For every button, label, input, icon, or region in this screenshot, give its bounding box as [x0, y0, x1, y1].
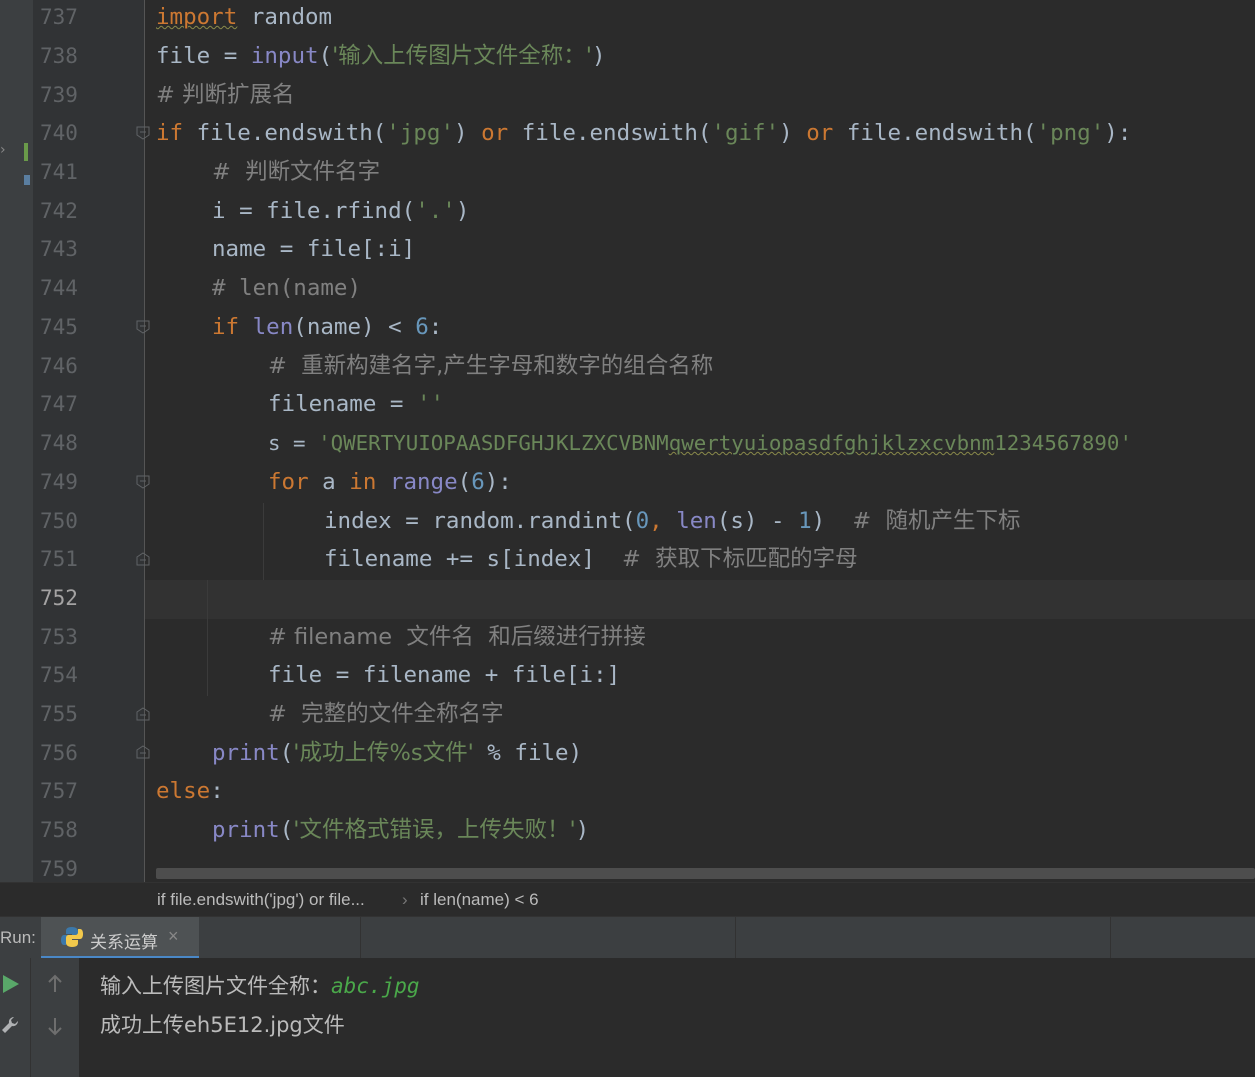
fold-marker-icon[interactable]: [136, 320, 150, 334]
code-line[interactable]: for a in range(6):: [268, 463, 512, 501]
code-line[interactable]: # len(name): [212, 269, 361, 307]
breadcrumb: if file.endswith('jpg') or file... › if …: [0, 882, 1255, 916]
code-line[interactable]: # 重新构建名字,产生字母和数字的组合名称: [268, 347, 713, 385]
line-number: 748: [40, 431, 78, 455]
code-line[interactable]: # 判断扩展名: [156, 76, 295, 114]
code-line[interactable]: # 判断文件名字: [212, 153, 380, 191]
line-number: 757: [40, 779, 78, 803]
line-number: 756: [40, 741, 78, 765]
run-play-icon[interactable]: [2, 974, 20, 994]
code-line[interactable]: import random: [156, 0, 332, 36]
console-user-input: abc.jpg: [331, 974, 420, 998]
code-line[interactable]: if file.endswith('jpg') or file.endswith…: [156, 114, 1131, 152]
code-editor[interactable]: › 737 738 739 740 741 742 743 744 745 74…: [0, 0, 1255, 882]
fold-end-icon[interactable]: [136, 745, 150, 759]
breadcrumb-separator: ›: [402, 890, 408, 909]
code-line[interactable]: filename = '': [268, 385, 444, 423]
code-line[interactable]: filename += s[index] # 获取下标匹配的字母: [324, 540, 858, 578]
run-toolbar: [0, 958, 30, 1077]
code-line[interactable]: s = 'QWERTYUIOPAASDFGHJKLZXCVBNMqwertyui…: [268, 424, 1132, 462]
code-line[interactable]: # filename 文件名 和后缀进行拼接: [268, 618, 646, 656]
line-number: 751: [40, 547, 78, 571]
wrench-icon[interactable]: [0, 1015, 20, 1035]
code-line[interactable]: name = file[:i]: [212, 230, 415, 268]
line-number: 737: [40, 5, 78, 29]
close-icon[interactable]: ×: [168, 926, 179, 947]
chevron-right-icon: ›: [0, 142, 6, 158]
code-line[interactable]: else:: [156, 772, 224, 810]
line-number: 744: [40, 276, 78, 300]
code-line[interactable]: print('文件格式错误，上传失败！'): [212, 811, 589, 849]
console-toolbar: [30, 958, 79, 1077]
breadcrumb-item[interactable]: if len(name) < 6: [420, 890, 539, 910]
line-number: 739: [40, 83, 78, 107]
line-number: 758: [40, 818, 78, 842]
line-number: 759: [40, 857, 78, 881]
code-line[interactable]: index = random.randint(0, len(s) - 1) # …: [324, 502, 1020, 540]
run-tab[interactable]: 关系运算 ×: [41, 917, 199, 959]
line-number: 741: [40, 160, 78, 184]
line-number: 738: [40, 44, 78, 68]
breadcrumb-item[interactable]: if file.endswith('jpg') or file...: [157, 890, 365, 910]
line-number: 750: [40, 509, 78, 533]
bookmark-icon: [24, 175, 30, 185]
left-tool-strip: ›: [0, 0, 33, 882]
vcs-change-icon: [24, 143, 28, 161]
line-number: 749: [40, 470, 78, 494]
code-line[interactable]: i = file.rfind('.'): [212, 192, 469, 230]
line-number: 746: [40, 354, 78, 378]
line-number: 742: [40, 199, 78, 223]
horizontal-scrollbar[interactable]: [156, 868, 1255, 879]
line-number: 753: [40, 625, 78, 649]
fold-marker-icon[interactable]: [136, 126, 150, 140]
python-file-icon: [61, 927, 83, 947]
run-label: Run:: [0, 928, 36, 947]
fold-marker-icon[interactable]: [136, 475, 150, 489]
line-number: 747: [40, 392, 78, 416]
fold-end-icon[interactable]: [136, 552, 150, 566]
console-line: 成功上传eh5E12.jpg文件: [100, 1013, 345, 1037]
code-line[interactable]: if len(name) < 6:: [212, 308, 442, 346]
code-line[interactable]: file = filename + file[i:]: [268, 656, 620, 694]
code-line[interactable]: file = input('输入上传图片文件全称：'): [156, 37, 606, 75]
run-tab-label: 关系运算: [90, 933, 158, 953]
run-tool-window-header: Run: 关系运算 ×: [0, 916, 1255, 959]
console-line: 输入上传图片文件全称：abc.jpg: [100, 974, 420, 998]
code-line[interactable]: # 完整的文件全称名字: [268, 695, 504, 733]
code-line[interactable]: print('成功上传%s文件' % file): [212, 734, 582, 772]
arrow-up-icon[interactable]: [46, 974, 64, 994]
line-number: 740: [40, 121, 78, 145]
line-number: 755: [40, 702, 78, 726]
line-number: 754: [40, 663, 78, 687]
arrow-down-icon[interactable]: [46, 1016, 64, 1036]
current-line-highlight: [145, 580, 1255, 619]
fold-end-icon[interactable]: [136, 707, 150, 721]
line-number-current: 752: [40, 586, 78, 610]
line-number: 745: [40, 315, 78, 339]
line-number: 743: [40, 237, 78, 261]
